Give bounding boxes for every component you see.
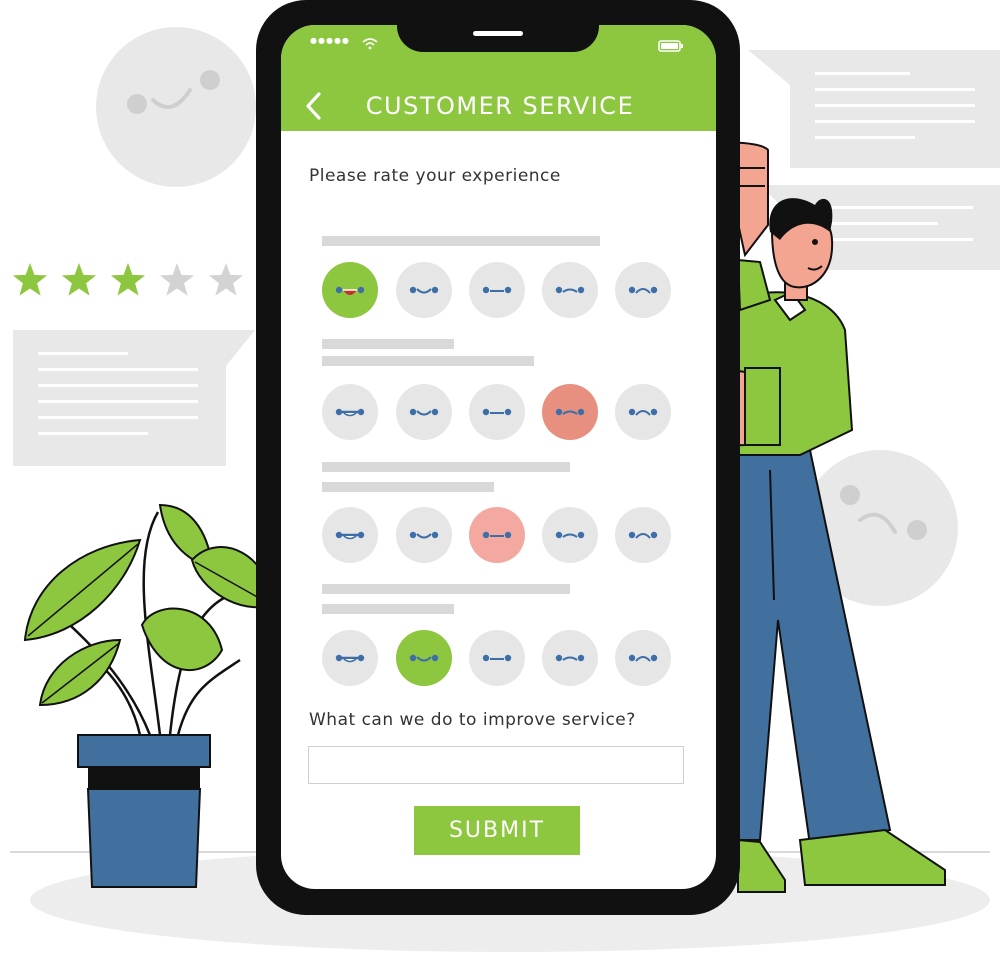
sad-face-icon (628, 408, 658, 416)
frown-face-icon (555, 286, 585, 294)
rating-option-neutral[interactable] (469, 507, 525, 563)
sad-face-icon (628, 531, 658, 539)
submit-button[interactable]: SUBMIT (414, 806, 580, 855)
smile-face-icon (409, 654, 439, 662)
smile-face-icon (409, 531, 439, 539)
star-filled-icon (110, 263, 146, 296)
star-empty-icon (208, 263, 244, 296)
plant-illustration (23, 503, 274, 888)
question-placeholder-line (322, 584, 570, 594)
chat-bubble-left-icon (13, 330, 255, 466)
star-empty-icon (159, 263, 195, 296)
star-rating-decor (12, 263, 244, 296)
frown-face-icon (555, 654, 585, 662)
feedback-prompt: What can we do to improve service? (309, 710, 636, 730)
wifi-icon (362, 38, 378, 50)
grin-face-icon (335, 654, 365, 663)
grin-face-icon (335, 531, 365, 540)
signal-icon: ●●●●● (310, 36, 350, 45)
rating-option-sad[interactable] (615, 507, 671, 563)
sad-face-icon (628, 654, 658, 662)
rating-option-frown[interactable] (542, 630, 598, 686)
rating-option-grin[interactable] (322, 262, 378, 318)
rating-option-grin[interactable] (322, 630, 378, 686)
chat-bubble-top-right-icon (748, 50, 1000, 168)
rating-option-frown[interactable] (542, 384, 598, 440)
rating-option-smile[interactable] (396, 630, 452, 686)
rating-option-neutral[interactable] (469, 384, 525, 440)
chevron-left-icon (306, 92, 321, 120)
back-button[interactable] (302, 86, 334, 126)
smile-face-icon (409, 408, 439, 416)
phone-notch (397, 0, 599, 52)
frown-face-icon (555, 408, 585, 416)
star-filled-icon (61, 263, 97, 296)
rating-option-frown[interactable] (542, 507, 598, 563)
rating-prompt: Please rate your experience (309, 166, 561, 186)
rating-option-smile[interactable] (396, 262, 452, 318)
question-placeholder-line (322, 482, 494, 492)
question-placeholder-line (322, 339, 454, 349)
rating-option-smile[interactable] (396, 507, 452, 563)
question-placeholder-line (322, 604, 454, 614)
neutral-face-icon (482, 408, 512, 416)
grin-face-icon (335, 286, 365, 295)
question-placeholder-line (322, 236, 600, 246)
rating-option-neutral[interactable] (469, 630, 525, 686)
feedback-input[interactable] (308, 746, 684, 784)
rating-option-sad[interactable] (615, 384, 671, 440)
neutral-face-icon (482, 286, 512, 294)
rating-option-grin[interactable] (322, 507, 378, 563)
neutral-face-icon (482, 531, 512, 539)
page-title: CUSTOMER SERVICE (365, 92, 635, 120)
grin-face-icon (335, 408, 365, 417)
rating-option-neutral[interactable] (469, 262, 525, 318)
question-placeholder-line (322, 356, 534, 366)
question-placeholder-line (322, 462, 570, 472)
rating-option-sad[interactable] (615, 262, 671, 318)
sad-face-icon (628, 286, 658, 294)
neutral-face-icon (482, 654, 512, 662)
star-filled-icon (12, 263, 48, 296)
smiley-bubble-icon (96, 27, 256, 187)
battery-icon (658, 40, 683, 52)
rating-option-smile[interactable] (396, 384, 452, 440)
frown-face-icon (555, 531, 585, 539)
speaker-bar (473, 31, 523, 36)
rating-option-frown[interactable] (542, 262, 598, 318)
smile-face-icon (409, 286, 439, 294)
rating-option-sad[interactable] (615, 630, 671, 686)
rating-option-grin[interactable] (322, 384, 378, 440)
